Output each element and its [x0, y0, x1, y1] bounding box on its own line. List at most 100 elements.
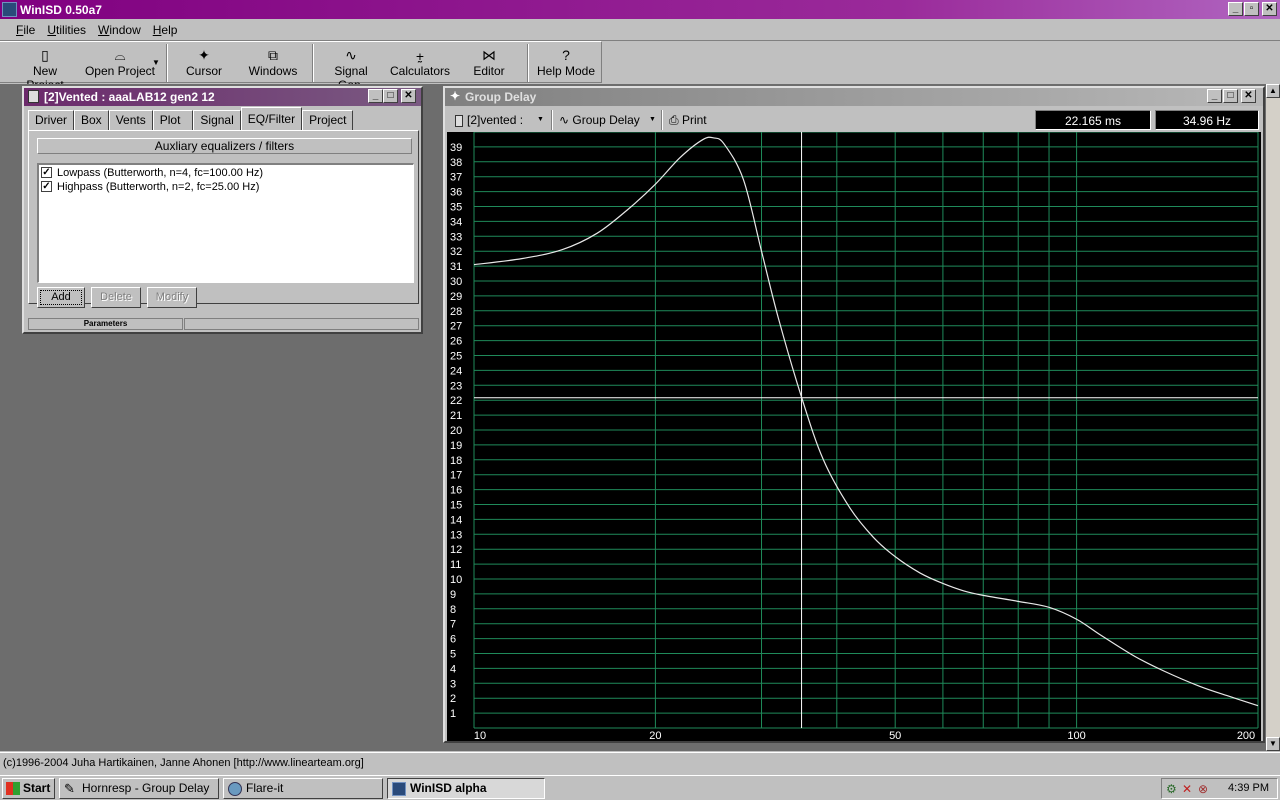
project-tabs: Driver Box Vents Plot Signal EQ/Filter P… [28, 107, 354, 130]
lowpass-checkbox[interactable]: ✓ [41, 167, 52, 178]
time-readout: 22.165 ms [1035, 110, 1151, 130]
modify-button[interactable]: Modify [147, 287, 197, 308]
tab-driver[interactable]: Driver [28, 110, 74, 130]
y-tick-label: 4 [450, 663, 456, 675]
task-flare-it[interactable]: Flare-it [223, 778, 383, 799]
gd-maximize-button[interactable]: □ [1223, 89, 1238, 103]
project-select[interactable]: [2]vented : ▼ [455, 111, 547, 129]
group-delay-plot[interactable]: 1 2 3 4 5 6 7 8 9 10 11 12 13 14 15 16 17 18 19 20 21 22 23 24 2… [447, 132, 1261, 741]
y-tick-label: 19 [450, 440, 462, 452]
windows-icon: ⧉ [268, 47, 278, 63]
connection-icon[interactable]: ✕ [1182, 780, 1192, 799]
app-titlebar[interactable]: WinISD 0.50a7 _ ▫ ✕ [0, 0, 1280, 19]
y-tick-label: 29 [450, 291, 462, 303]
y-tick-label: 37 [450, 172, 462, 184]
vented-window-titlebar[interactable]: [2]Vented : aaaLAB12 gen2 12 _ □ ✕ [24, 88, 421, 106]
y-tick-label: 14 [450, 514, 462, 526]
child-maximize-button[interactable]: □ [383, 89, 398, 103]
dropdown-arrow-icon[interactable]: ▼ [152, 58, 160, 67]
scroll-up-arrow-icon[interactable]: ▲ [1266, 84, 1280, 98]
windows-logo-icon [6, 782, 20, 795]
y-tick-label: 33 [450, 231, 462, 243]
task-hornresp[interactable]: ✎ Hornresp - Group Delay [59, 778, 219, 799]
list-item[interactable]: ✓ Lowpass (Butterworth, n=4, fc=100.00 H… [39, 166, 413, 179]
y-tick-label: 20 [450, 425, 462, 437]
question-icon: ? [562, 47, 570, 63]
winisd-icon [392, 782, 406, 796]
editor-icon: ⋈ [482, 47, 496, 63]
y-tick-label: 22 [450, 395, 462, 407]
calculator-icon: ⨦ [415, 47, 425, 63]
group-delay-title: Group Delay [465, 90, 537, 104]
y-tick-label: 9 [450, 589, 456, 601]
y-tick-label: 24 [450, 365, 462, 377]
delete-button[interactable]: Delete [91, 287, 141, 308]
print-button[interactable]: ⎙ Print [669, 111, 719, 129]
x-tick-label: 200 [1237, 730, 1255, 741]
y-tick-label: 39 [450, 142, 462, 154]
scroll-down-arrow-icon[interactable]: ▼ [1266, 737, 1280, 751]
tab-plot[interactable]: Plot [152, 110, 194, 130]
vented-project-window[interactable]: [2]Vented : aaaLAB12 gen2 12 _ □ ✕ Drive… [22, 86, 423, 334]
close-button[interactable]: ✕ [1262, 2, 1277, 16]
y-tick-label: 3 [450, 678, 456, 690]
crosshair-icon: ✦ [450, 89, 461, 103]
tab-eq-filter[interactable]: EQ/Filter [240, 107, 303, 130]
y-tick-label: 21 [450, 410, 462, 422]
mdi-vertical-scrollbar[interactable]: ▲ ▼ [1266, 84, 1280, 751]
app-icon[interactable] [2, 2, 17, 17]
gd-close-button[interactable]: ✕ [1241, 89, 1256, 103]
group-delay-titlebar[interactable]: ✦ Group Delay _ □ ✕ [445, 88, 1263, 106]
y-tick-label: 36 [450, 187, 462, 199]
y-tick-label: 23 [450, 380, 462, 392]
new-project-button[interactable]: ▯ New Project [14, 46, 76, 92]
y-tick-label: 34 [450, 216, 462, 228]
open-project-button[interactable]: ⌓ Open Project ▼ [80, 46, 160, 82]
task-winisd[interactable]: WinISD alpha [387, 778, 545, 799]
y-tick-label: 6 [450, 634, 456, 646]
menu-utilities[interactable]: Utilities [41, 23, 92, 37]
y-tick-label: 25 [450, 351, 462, 363]
y-tick-label: 32 [450, 246, 462, 258]
restore-button[interactable]: ▫ [1244, 2, 1259, 16]
graph-type-select[interactable]: ∿ Group Delay ▼ [559, 111, 659, 129]
volume-icon[interactable]: ⊗ [1198, 780, 1208, 799]
speaker-icon [28, 90, 39, 103]
gd-minimize-button[interactable]: _ [1207, 89, 1222, 103]
help-mode-button[interactable]: ? Help Mode [536, 46, 596, 82]
tab-vents[interactable]: Vents [108, 110, 153, 130]
tab-signal[interactable]: Signal [193, 110, 241, 130]
group-delay-window[interactable]: ✦ Group Delay _ □ ✕ [2]vented : ▼ ∿ Grou… [443, 86, 1265, 743]
menu-file[interactable]: File [10, 23, 41, 37]
group-delay-toolbar: [2]vented : ▼ ∿ Group Delay ▼ ⎙ Print 22… [447, 108, 1261, 132]
child-close-button[interactable]: ✕ [401, 89, 416, 103]
windows-button[interactable]: ⧉ Windows [246, 46, 300, 82]
cursor-button[interactable]: ✦ Cursor [180, 46, 228, 82]
tab-box[interactable]: Box [74, 110, 109, 130]
chevron-down-icon: ▼ [649, 116, 656, 123]
printer-icon: ⎙ [669, 113, 679, 127]
highpass-checkbox[interactable]: ✓ [41, 181, 52, 192]
start-button[interactable]: Start [2, 778, 55, 799]
y-tick-label: 8 [450, 604, 456, 616]
group-delay-chart[interactable]: 1234567891011121314151617181920212223242… [447, 132, 1261, 741]
pen-icon: ✎ [64, 781, 75, 796]
network-icon[interactable]: ⚙ [1166, 780, 1177, 799]
tab-project[interactable]: Project [302, 110, 354, 130]
x-tick-label: 100 [1067, 730, 1085, 741]
filter-list[interactable]: ✓ Lowpass (Butterworth, n=4, fc=100.00 H… [37, 163, 414, 283]
minimize-button[interactable]: _ [1228, 2, 1243, 16]
child-minimize-button[interactable]: _ [368, 89, 383, 103]
menubar: File Utilities Window Help [0, 19, 1280, 41]
calculators-button[interactable]: ⨦ Calculators [390, 46, 450, 82]
editor-button[interactable]: ⋈ Editor [468, 46, 510, 82]
list-item[interactable]: ✓ Highpass (Butterworth, n=2, fc=25.00 H… [39, 180, 413, 193]
app-title: WinISD 0.50a7 [20, 2, 102, 17]
menu-help[interactable]: Help [147, 23, 184, 37]
x-tick-label: 50 [889, 730, 901, 741]
signal-gen-button[interactable]: ∿ Signal Gen. [320, 46, 382, 92]
add-button[interactable]: Add [37, 287, 85, 308]
group-delay-series-line [473, 136, 1259, 707]
menu-window[interactable]: Window [92, 23, 147, 37]
parameters-label[interactable]: Parameters [28, 318, 183, 330]
